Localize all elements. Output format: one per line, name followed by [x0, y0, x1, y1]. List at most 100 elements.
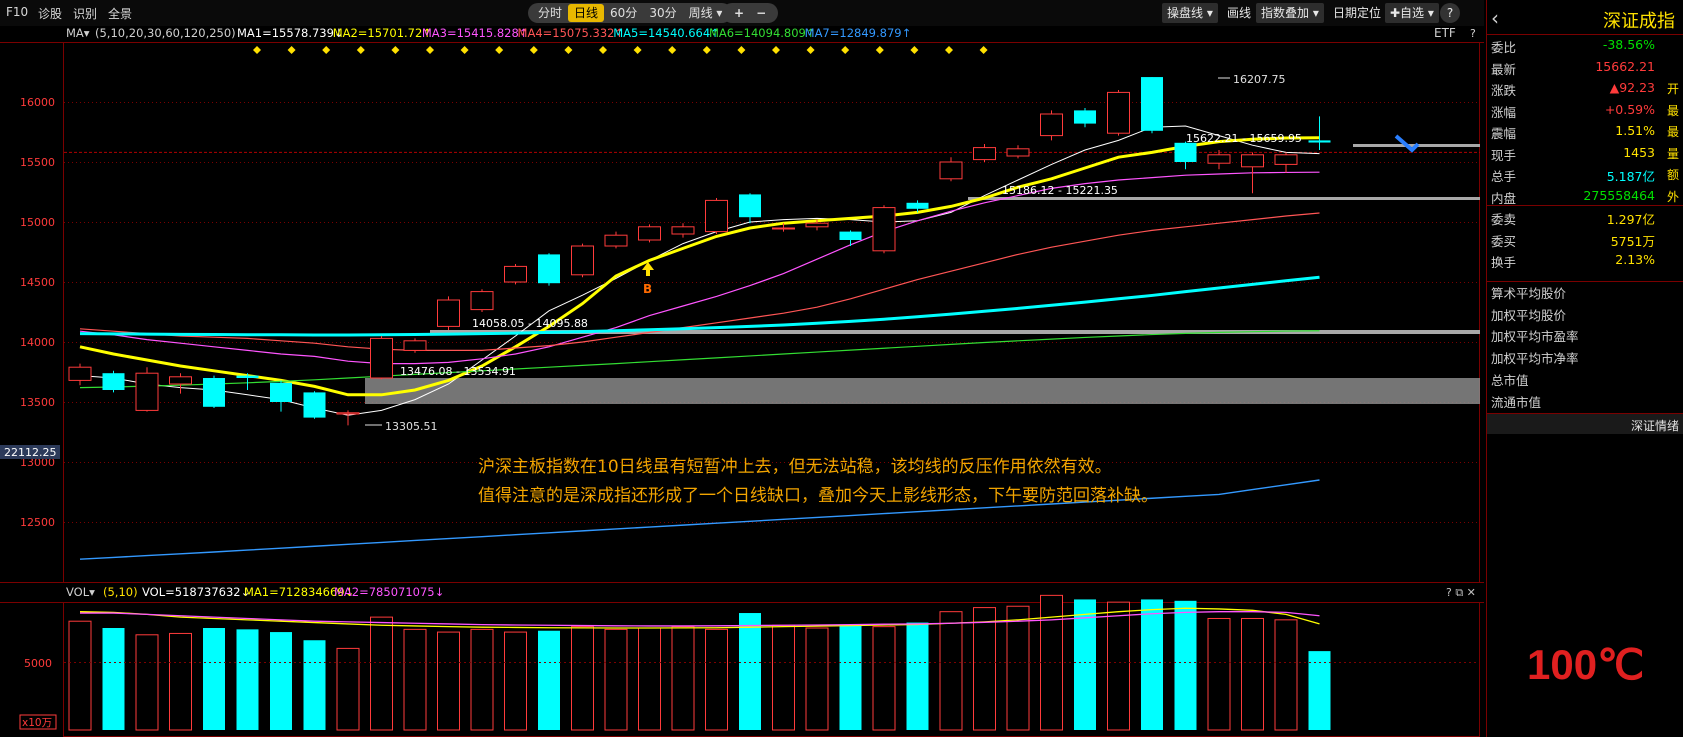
quote-value: 1.51% — [1615, 123, 1655, 138]
help-icon[interactable]: ? — [1440, 3, 1460, 23]
date-locate-button[interactable]: 日期定位 — [1328, 3, 1386, 23]
price-tick: 12500 — [20, 516, 55, 529]
quote-unit: 额 — [1666, 168, 1679, 182]
index-overlay-button[interactable]: 指数叠加 ▾ — [1256, 3, 1324, 23]
volume-bar-down — [203, 628, 225, 730]
volume-bar-up — [939, 611, 963, 731]
period-tabs: 分时 日线 60分 30分 周线 ▾ — [528, 3, 733, 23]
ma-legend-item: MA5=14540.664↑ — [613, 26, 720, 40]
quote-row-8: 委卖 1.297亿 — [1489, 206, 1681, 228]
zoom-in-button[interactable]: + — [728, 4, 750, 22]
volume-bar-up — [638, 627, 661, 731]
candle-body-up — [1006, 148, 1030, 157]
sidebar-title: 深证成指 — [1603, 11, 1675, 32]
candle-body-up — [504, 265, 527, 283]
volume-bar-up — [1241, 617, 1264, 731]
draw-line-button[interactable]: 画线 — [1222, 3, 1256, 23]
volume-bar-up — [370, 616, 393, 731]
analysis-note-line1: 沪深主板指数在10日线虽有短暂冲上去，但无法站稳，该均线的反压作用依然有效。 — [478, 457, 1112, 477]
watchlist-button[interactable]: ✚自选 ▾ — [1385, 3, 1439, 23]
quote-value: 5751万 — [1610, 233, 1655, 249]
volume-bar-up — [973, 607, 996, 731]
candle-body-up — [973, 147, 996, 161]
candle-body-up — [370, 337, 393, 379]
quote-key: 委卖 — [1491, 212, 1517, 227]
avg-metric-item[interactable]: 总市值 — [1491, 370, 1529, 389]
back-chevron-icon[interactable]: ‹ — [1491, 6, 1499, 30]
quote-row-5: 现手 1453 量 — [1489, 142, 1681, 164]
volume-bar-up — [571, 626, 594, 731]
candle-body-up — [403, 340, 427, 351]
quote-value: ▲92.23 — [1609, 80, 1655, 95]
volume-bar-up — [1006, 605, 1030, 731]
kline-chart[interactable]: MA▾ (5,10,20,30,60,120,250) MA1=15578.73… — [0, 26, 1484, 737]
candle-body-up — [1040, 113, 1063, 137]
tab-60min[interactable]: 60分 — [604, 4, 643, 22]
menu-overview[interactable]: 全景 — [108, 5, 132, 22]
quote-unit: 开 — [1666, 82, 1679, 96]
volume-bar-down — [538, 630, 560, 730]
volume-bar-down — [739, 613, 761, 730]
quote-unit: 最 — [1666, 125, 1679, 139]
avg-metric-item[interactable]: 流通市值 — [1491, 392, 1541, 411]
tab-30min[interactable]: 30分 — [643, 4, 682, 22]
volume-bar-up — [68, 620, 92, 731]
candle-body-up — [135, 372, 159, 411]
menu-diagnose[interactable]: 诊股 — [38, 5, 62, 22]
volume-bar-up — [1107, 601, 1130, 731]
volume-bar-down — [102, 628, 125, 730]
ma-help-icon[interactable]: ? — [1470, 27, 1476, 40]
quote-row-2: 涨跌 ▲92.23 开 — [1489, 77, 1681, 99]
candle-body-up — [169, 376, 192, 385]
price-tick: 16000 — [20, 96, 55, 109]
volume-bar-down — [270, 632, 292, 730]
vol-panel-icons[interactable]: ? ⧉ ✕ — [1446, 586, 1476, 599]
volume-bar-down — [1141, 599, 1163, 730]
quote-row-6: 总手 5.187亿额 — [1489, 163, 1681, 185]
volume-bar-up — [403, 628, 427, 731]
high-price-label: 16207.75 — [1233, 73, 1286, 86]
ma-legend-prefix[interactable]: MA▾ — [66, 26, 90, 40]
volume-bar-up — [705, 628, 728, 731]
volume-bar-up — [671, 626, 695, 731]
quote-key: 震幅 — [1491, 126, 1517, 141]
candle-body-up — [437, 299, 460, 327]
avg-metric-item[interactable]: 加权平均市净率 — [1491, 348, 1579, 367]
etf-label[interactable]: ETF — [1434, 26, 1456, 40]
menu-identify[interactable]: 识别 — [73, 5, 97, 22]
quote-row-9: 委买 5751万 — [1489, 228, 1681, 250]
gap-zone-low — [365, 378, 1480, 404]
candle-body-down — [839, 231, 862, 240]
avg-metric-item[interactable]: 算术平均股价 — [1491, 283, 1566, 302]
candle-body-up — [1241, 154, 1264, 168]
sentiment-banner: 深证情绪 — [1487, 413, 1683, 434]
quote-value: 5.187亿 — [1606, 169, 1655, 184]
top-toolbar: F10 诊股 识别 全景 分时 日线 60分 30分 周线 ▾ + − 操盘线 … — [0, 0, 1484, 27]
candle-body-up — [671, 226, 695, 235]
menu-f10[interactable]: F10 — [6, 5, 28, 19]
quote-key: 涨幅 — [1491, 104, 1517, 120]
volume-bar-down — [906, 622, 929, 730]
zoom-controls: + − — [722, 3, 779, 23]
avg-metric-item[interactable]: 加权平均股价 — [1491, 305, 1566, 324]
candle-body-down — [1308, 140, 1331, 143]
zoom-out-button[interactable]: − — [750, 4, 772, 22]
avg-metric-item[interactable]: 加权平均市盈率 — [1491, 326, 1579, 345]
ma-legend-item: MA4=15075.332↑ — [518, 26, 625, 40]
candle-body-down — [1074, 110, 1096, 124]
tab-daily[interactable]: 日线 — [568, 4, 605, 22]
price-tick: 15000 — [20, 216, 55, 229]
quote-row-7: 内盘 275558464 外 — [1489, 185, 1681, 207]
price-tick: 14000 — [20, 336, 55, 349]
candle-body-up — [638, 226, 661, 241]
volume-bar-up — [169, 632, 192, 731]
tab-intraday[interactable]: 分时 — [532, 4, 568, 22]
volume-bar-down — [1174, 600, 1197, 730]
operate-line-button[interactable]: 操盘线 ▾ — [1162, 3, 1218, 23]
sidebar-header: ‹ 深证成指 — [1487, 0, 1683, 35]
candle-body-up — [939, 161, 963, 180]
vol-legend-prefix[interactable]: VOL▾ — [66, 585, 95, 599]
quote-value: 1.297亿 — [1606, 212, 1655, 227]
quote-value: -38.56% — [1602, 37, 1655, 52]
vol-legend-params: (5,10) — [103, 585, 138, 599]
